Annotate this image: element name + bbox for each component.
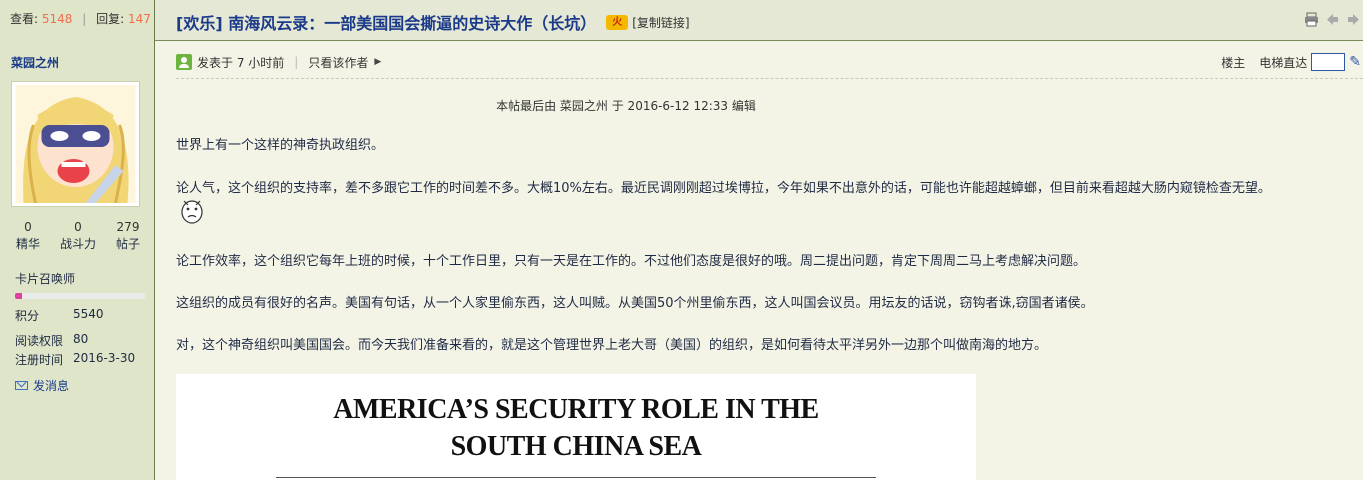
replies-label: 回复: — [96, 12, 125, 26]
floor-owner-label: 楼主 — [1221, 55, 1246, 70]
document-rule — [276, 477, 876, 478]
floor-jump-input[interactable] — [1311, 53, 1346, 71]
points-label: 积分 — [15, 309, 40, 323]
author-sidebar: 菜园之州 0 精华 0 战斗力 279 帖子 卡片召唤师 积分 5540 阅读权… — [0, 41, 155, 480]
stats-divider: | — [82, 12, 87, 26]
points-row: 积分 5540 — [15, 307, 104, 324]
views-label: 查看: — [10, 12, 39, 26]
user-stats: 0 精华 0 战斗力 279 帖子 — [0, 219, 155, 253]
post-paragraph: 对，这个神奇组织叫美国国会。而今天我们准备来看的，就是这个管理世界上老大哥（美国… — [176, 338, 1048, 353]
hot-badge-icon: 火 — [606, 14, 629, 30]
post-nav: 楼主 电梯直达 ✎ — [1221, 51, 1361, 73]
post-paragraph: 世界上有一个这样的神奇执政组织。 — [176, 138, 385, 153]
views-count: 5148 — [41, 12, 73, 26]
stat-digest-value: 0 — [24, 220, 32, 234]
thread-header: 查看: 5148 | 回复: 147 [欢乐] 南海风云录：一部美国国会撕逼的史… — [0, 0, 1363, 41]
wrench-icon[interactable]: ✎ — [1349, 54, 1361, 70]
stat-posts-value: 279 — [116, 220, 140, 234]
read-perm-value: 80 — [73, 332, 89, 346]
author-name[interactable]: 菜园之州 — [11, 54, 59, 71]
rank-progress-fill — [15, 293, 22, 299]
emoticon-icon — [181, 200, 203, 224]
mail-icon — [15, 381, 28, 390]
reg-date-label: 注册时间 — [15, 353, 64, 367]
stat-digest-label: 精华 — [15, 237, 40, 251]
thread-title-wrap: [欢乐] 南海风云录：一部美国国会撕逼的史诗大作（长坑） 火 [复制链接] — [176, 10, 690, 34]
meta-divider-line — [176, 78, 1363, 79]
read-perm-label: 阅读权限 — [15, 334, 64, 348]
post-meta: 发表于 7 小时前 | 只看该作者 ▶ 楼主 电梯直达 ✎ — [176, 51, 1361, 73]
stat-posts[interactable]: 279 帖子 — [103, 219, 153, 253]
arrow-right-icon: ▶ — [374, 57, 382, 67]
post-paragraph: 这组织的成员有很好的名声。美国有句话，从一个人家里偷东西，这人叫贼。从美国50个… — [176, 296, 1094, 311]
thread-title: [欢乐] 南海风云录：一部美国国会撕逼的史诗大作（长坑） — [176, 14, 597, 33]
read-perm-row: 阅读权限 80 — [15, 332, 88, 349]
elevator-label: 电梯直达 — [1259, 55, 1308, 70]
rank-progress-bar — [15, 293, 145, 299]
stat-digest[interactable]: 0 精华 — [3, 219, 53, 253]
user-rank: 卡片召唤师 — [15, 272, 76, 286]
send-message-label: 发消息 — [33, 379, 70, 393]
avatar[interactable] — [11, 81, 140, 207]
reg-date-value: 2016-3-30 — [73, 351, 136, 365]
only-author-link[interactable]: 只看该作者 — [308, 54, 368, 71]
post-paragraph: 论工作效率，这个组织它每年上班的时候，十个工作日里，只有一天是在工作的。不过他们… — [176, 254, 1087, 269]
stat-power[interactable]: 0 战斗力 — [53, 219, 103, 253]
send-message-button[interactable]: 发消息 — [15, 377, 69, 394]
stat-posts-label: 帖子 — [115, 237, 140, 251]
document-image[interactable]: AMERICA’S SECURITY ROLE IN THE SOUTH CHI… — [176, 374, 976, 480]
meta-divider: | — [294, 55, 299, 69]
prev-thread-icon[interactable] — [1325, 12, 1340, 27]
thread-tools — [1304, 12, 1361, 27]
stat-power-value: 0 — [74, 220, 82, 234]
stat-power-label: 战斗力 — [59, 237, 96, 251]
document-title-line2: SOUTH CHINA SEA — [450, 431, 702, 462]
thread-stats: 查看: 5148 | 回复: 147 — [0, 0, 155, 41]
post-paragraph: 论人气，这个组织的支持率，差不多跟它工作的时间差不多。大概10%左右。最近民调刚… — [176, 181, 1271, 196]
avatar-image — [15, 85, 136, 203]
reg-date-row: 注册时间 2016-3-30 — [15, 351, 135, 368]
online-user-icon — [176, 54, 192, 70]
replies-count: 147 — [128, 12, 151, 26]
print-icon[interactable] — [1304, 12, 1319, 27]
post-time: 发表于 7 小时前 — [197, 55, 285, 70]
copy-link-button[interactable]: [复制链接] — [632, 14, 689, 31]
points-value: 5540 — [73, 307, 104, 321]
next-thread-icon[interactable] — [1346, 12, 1361, 27]
edit-note: 本帖最后由 菜园之州 于 2016-6-12 12:33 编辑 — [496, 99, 756, 113]
document-title-line1: AMERICA’S SECURITY ROLE IN THE — [333, 394, 819, 425]
